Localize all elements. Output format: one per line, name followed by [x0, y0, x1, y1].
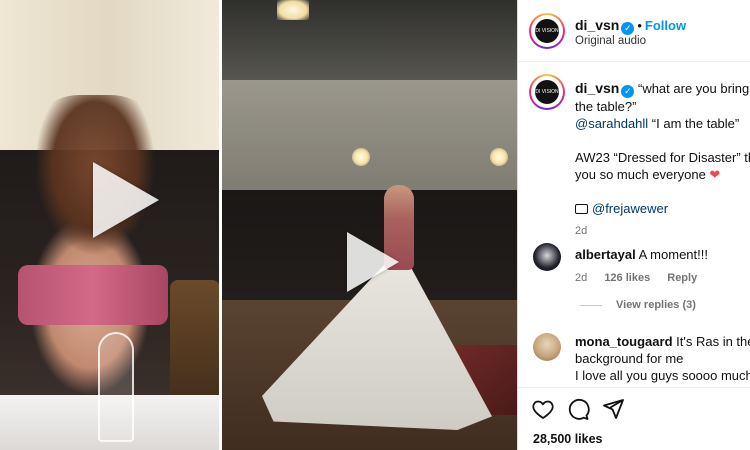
comment-icon[interactable] — [566, 397, 590, 421]
video-preview-right[interactable] — [222, 0, 517, 450]
action-bar: 28,500 likes — [518, 387, 750, 450]
play-icon[interactable] — [347, 232, 399, 292]
caption-text: you so much everyone — [575, 167, 710, 182]
heart-icon[interactable] — [531, 397, 555, 421]
avatar-logo: DI VISION — [535, 19, 559, 43]
video-glass — [98, 332, 134, 442]
avatar[interactable]: DI VISION — [529, 74, 565, 110]
caption-text: “I am the table” — [648, 116, 740, 131]
heart-emoji-icon: ❤ — [709, 167, 721, 182]
comment-avatar[interactable] — [533, 333, 561, 361]
comment-time: 2d — [575, 272, 588, 284]
mention-link[interactable]: @sarahdahll — [575, 116, 648, 131]
caption-body: di_vsn✓ “what are you bringing to the ta… — [575, 80, 750, 240]
audio-link[interactable]: Original audio — [575, 35, 646, 47]
verified-icon: ✓ — [621, 22, 635, 35]
avatar-logo: DI VISION — [535, 80, 559, 104]
share-icon[interactable] — [601, 397, 625, 421]
caption-text: the table?” — [575, 99, 637, 114]
post-panel: DI VISION di_vsn ✓ • Follow Original audio … — [517, 0, 750, 450]
avatar-ring: DI VISION — [531, 76, 563, 108]
separator: • — [637, 18, 642, 33]
comment-username[interactable]: albertayal — [575, 247, 636, 262]
header-user-row: di_vsn ✓ • Follow — [575, 17, 686, 35]
video-person — [20, 95, 170, 415]
video-light — [352, 148, 370, 166]
video-light — [490, 148, 508, 166]
video-wall — [222, 80, 517, 200]
replies-line — [580, 304, 602, 306]
follow-button[interactable]: Follow — [645, 18, 686, 33]
avatar-ring: DI VISION — [531, 15, 563, 47]
comment-username[interactable]: mona_tougaard — [575, 334, 673, 349]
view-replies-label: View replies (3) — [616, 299, 696, 311]
caption-time: 2d — [575, 225, 588, 237]
likes-count[interactable]: 28,500 likes — [533, 432, 603, 446]
caption-username[interactable]: di_vsn — [575, 80, 619, 96]
caption-text: AW23 “Dressed for Disaster” thank — [575, 150, 750, 165]
comment-body: albertayal A moment!!! 2d 126 likes Repl… — [575, 246, 750, 287]
comment-text: A moment!!! — [638, 247, 708, 262]
verified-icon: ✓ — [621, 85, 635, 98]
comment-avatar[interactable] — [533, 243, 561, 271]
video-ceiling — [222, 0, 517, 80]
play-icon[interactable] — [93, 162, 159, 238]
username-link[interactable]: di_vsn — [575, 17, 619, 33]
comment-text: I love all you guys soooo much i — [575, 368, 750, 383]
tagged-user-link[interactable]: @frejawewer — [592, 201, 668, 216]
comment-text: It's Ras in the — [676, 334, 750, 349]
comment-meta: 2d 126 likes Reply — [575, 270, 750, 287]
post-header: DI VISION di_vsn ✓ • Follow Original audio — [518, 0, 750, 62]
comment-body: mona_tougaard It's Ras in the background… — [575, 333, 750, 384]
comment-text: background for me — [575, 351, 684, 366]
view-replies-button[interactable]: View replies (3) — [580, 299, 696, 311]
comment-likes[interactable]: 126 likes — [604, 272, 650, 284]
video-chandelier — [277, 0, 309, 20]
avatar[interactable]: DI VISION — [529, 13, 565, 49]
video-person-top — [18, 265, 168, 325]
reply-button[interactable]: Reply — [667, 272, 697, 284]
caption-text: “what are you bringing to — [637, 81, 750, 96]
tag-icon — [575, 204, 588, 214]
